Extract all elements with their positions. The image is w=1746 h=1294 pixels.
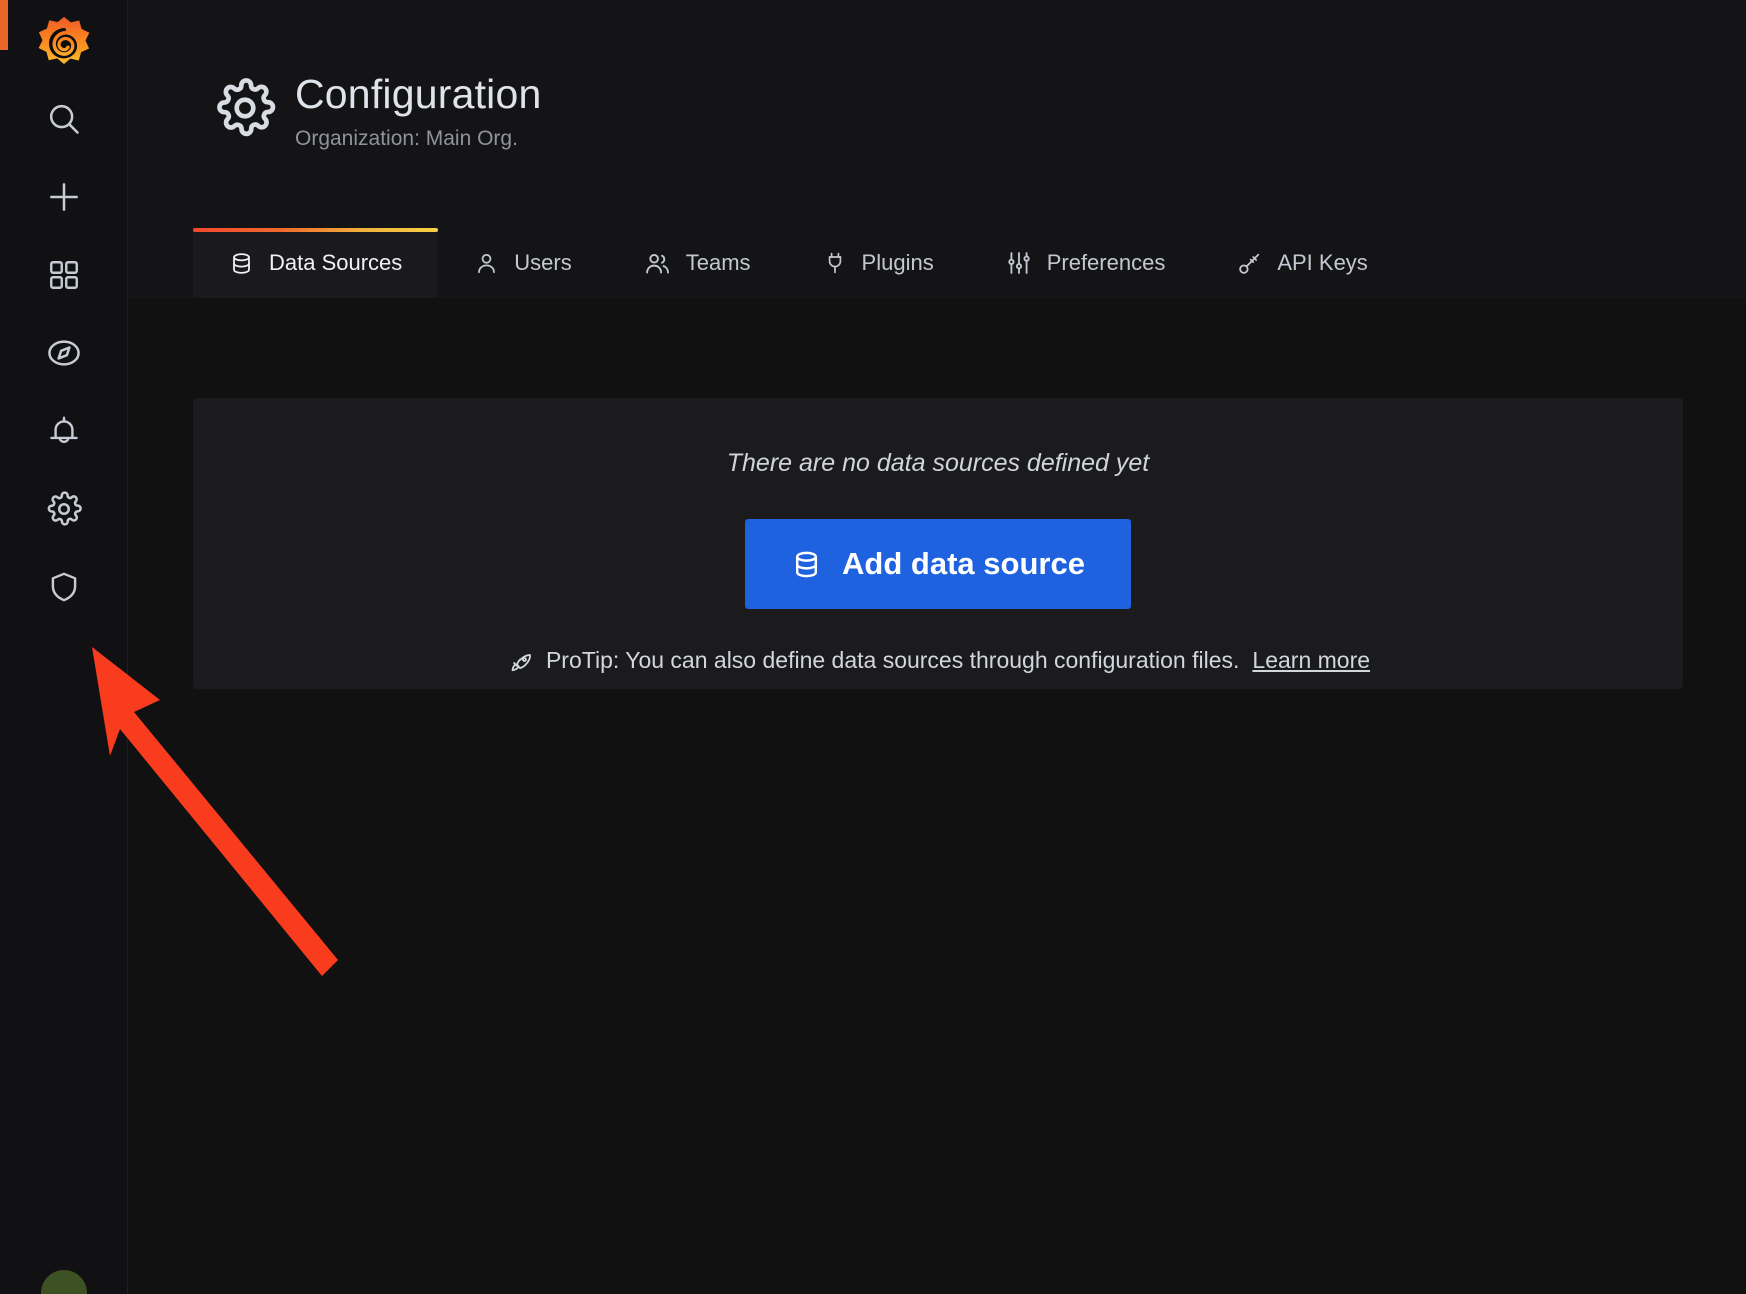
accent-stripe xyxy=(0,0,8,50)
empty-state-message: There are no data sources defined yet xyxy=(726,449,1150,477)
sidebar-item-explore[interactable] xyxy=(0,314,128,392)
data-sources-empty-panel: There are no data sources defined yet Ad… xyxy=(193,398,1683,689)
add-data-source-label: Add data source xyxy=(842,546,1085,581)
plus-icon xyxy=(45,178,83,216)
tab-label: API Keys xyxy=(1277,250,1368,275)
tab-label: Preferences xyxy=(1046,250,1166,275)
dashboards-grid-icon xyxy=(46,257,82,293)
tab-label: Plugins xyxy=(861,250,934,275)
tab-label: Teams xyxy=(685,250,751,275)
main-content: There are no data sources defined yet Ad… xyxy=(128,298,1746,1294)
page-title: Configuration xyxy=(295,71,542,117)
avatar[interactable] xyxy=(40,1270,87,1294)
sidebar xyxy=(0,0,128,1294)
sidebar-item-configuration[interactable] xyxy=(0,470,128,548)
page-heading: Configuration Organization: Main Org. xyxy=(213,70,541,156)
tab-teams[interactable]: Teams xyxy=(608,228,787,298)
sidebar-item-search[interactable] xyxy=(0,80,128,158)
tab-plugins[interactable]: Plugins xyxy=(787,228,970,298)
learn-more-link[interactable]: Learn more xyxy=(1252,647,1370,674)
shield-icon xyxy=(46,569,82,605)
sidebar-item-server-admin[interactable] xyxy=(0,548,128,626)
tab-bar: Data Sources Users Teams Plugins Prefere… xyxy=(193,228,1404,298)
page-subtitle: Organization: Main Org. xyxy=(295,127,518,150)
tab-label: Data Sources xyxy=(269,250,403,275)
sidebar-item-alerting[interactable] xyxy=(0,392,128,470)
database-icon xyxy=(229,251,254,276)
tab-users[interactable]: Users xyxy=(438,228,607,298)
page-body: Configuration Organization: Main Org. Da… xyxy=(128,0,1746,1294)
tab-data-sources[interactable]: Data Sources xyxy=(193,228,439,298)
grafana-app-window: Configuration Organization: Main Org. Da… xyxy=(0,0,1746,1294)
title-block: Configuration Organization: Main Org. xyxy=(295,70,541,156)
gear-icon xyxy=(45,490,83,528)
tab-preferences[interactable]: Preferences xyxy=(970,228,1202,298)
tab-label: Users xyxy=(514,250,572,275)
page-header: Configuration Organization: Main Org. Da… xyxy=(128,0,1746,298)
add-data-source-button[interactable]: Add data source xyxy=(745,519,1131,609)
gear-icon xyxy=(213,76,277,140)
sidebar-item-create[interactable] xyxy=(0,158,128,236)
protip-row: ProTip: You can also define data sources… xyxy=(506,647,1370,674)
database-icon xyxy=(791,549,822,580)
tab-api-keys[interactable]: API Keys xyxy=(1201,228,1403,298)
grafana-logo-icon[interactable] xyxy=(28,8,100,80)
user-icon xyxy=(474,251,499,276)
sliders-icon xyxy=(1006,250,1032,276)
compass-icon xyxy=(45,334,83,372)
users-group-icon xyxy=(644,250,671,277)
rocket-icon xyxy=(506,647,533,674)
bell-icon xyxy=(46,413,82,449)
plug-icon xyxy=(823,251,847,275)
key-icon xyxy=(1237,251,1262,276)
search-icon xyxy=(45,100,83,138)
protip-text: ProTip: You can also define data sources… xyxy=(545,647,1240,673)
sidebar-item-dashboards[interactable] xyxy=(0,236,128,314)
